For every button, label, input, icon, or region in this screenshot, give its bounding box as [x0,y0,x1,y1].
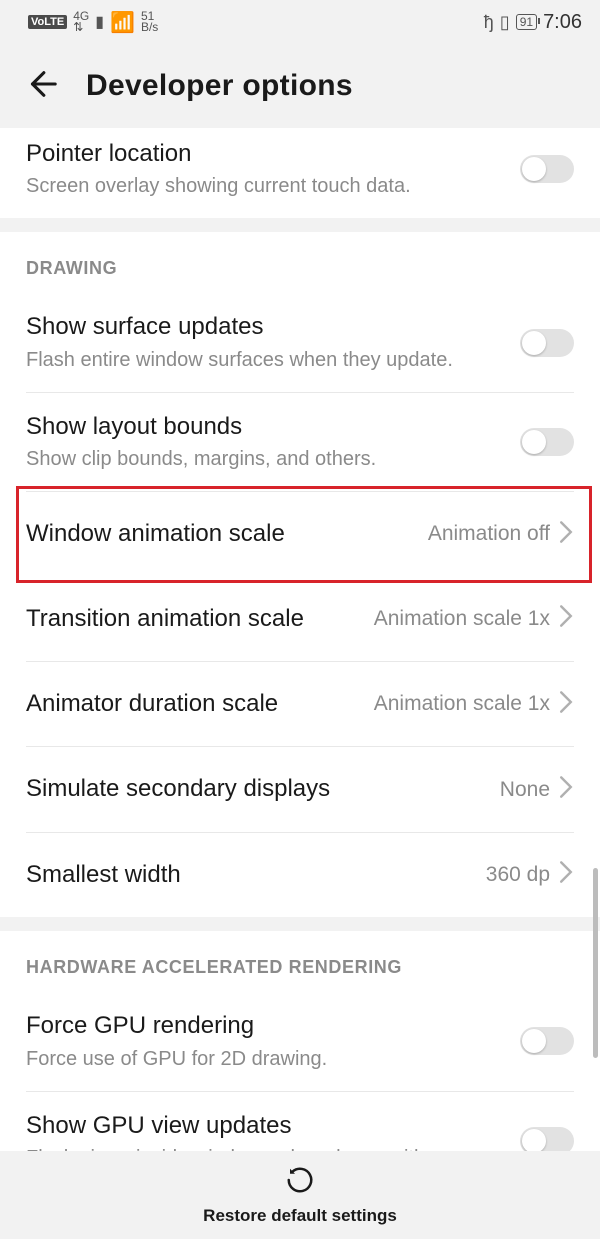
row-animator-duration-scale[interactable]: Animator duration scale Animation scale … [0,662,600,746]
section-hw-header: HARDWARE ACCELERATED RENDERING [0,931,600,992]
row-force-gpu-rendering[interactable]: Force GPU rendering Force use of GPU for… [0,992,600,1090]
force-gpu-rendering-toggle[interactable] [520,1027,574,1055]
row-window-animation-scale[interactable]: Window animation scale Animation off [0,492,600,576]
simulate-secondary-displays-value: None [500,778,550,802]
show-surface-updates-toggle[interactable] [520,329,574,357]
row-show-layout-bounds[interactable]: Show layout bounds Show clip bounds, mar… [0,393,600,491]
smallest-width-value: 360 dp [486,863,550,887]
row-show-surface-updates[interactable]: Show surface updates Flash entire window… [0,293,600,391]
show-layout-bounds-title: Show layout bounds [26,411,508,443]
chevron-right-icon [558,520,574,549]
show-gpu-view-updates-sub: Flash views inside windows when drawn wi… [26,1144,508,1151]
force-gpu-rendering-sub: Force use of GPU for 2D drawing. [26,1045,508,1073]
row-simulate-secondary-displays[interactable]: Simulate secondary displays None [0,747,600,831]
row-smallest-width[interactable]: Smallest width 360 dp [0,833,600,917]
app-header: Developer options [0,44,600,128]
animator-duration-scale-value: Animation scale 1x [374,692,550,716]
show-layout-bounds-sub: Show clip bounds, margins, and others. [26,445,508,473]
transition-animation-scale-value: Animation scale 1x [374,607,550,631]
window-animation-scale-title: Window animation scale [26,518,416,550]
volte-badge: VoLTE [28,15,67,29]
back-arrow-icon[interactable] [24,67,58,106]
battery-level: 91 [516,14,537,30]
pointer-location-toggle[interactable] [520,155,574,183]
clock: 7:06 [543,11,582,34]
chevron-right-icon [558,604,574,633]
status-bar: VoLTE 4G ⇅ ▮ 📶 51 B/s ђ ▯ 91 7:06 [0,0,600,44]
show-surface-updates-title: Show surface updates [26,311,508,343]
smallest-width-title: Smallest width [26,859,474,891]
pointer-location-sub: Screen overlay showing current touch dat… [26,172,508,200]
speed-unit: B/s [141,22,158,33]
show-layout-bounds-toggle[interactable] [520,428,574,456]
show-gpu-view-updates-toggle[interactable] [520,1127,574,1151]
pointer-location-title: Pointer location [26,138,508,170]
row-show-gpu-view-updates[interactable]: Show GPU view updates Flash views inside… [0,1092,600,1151]
row-pointer-location[interactable]: Pointer location Screen overlay showing … [0,128,600,218]
page-title: Developer options [86,69,353,103]
show-gpu-view-updates-title: Show GPU view updates [26,1110,508,1142]
wifi-icon: 📶 [110,10,135,35]
restore-icon [285,1165,315,1200]
chevron-right-icon [558,690,574,719]
signal-icon: ⇅ [73,22,83,33]
chevron-right-icon [558,775,574,804]
show-surface-updates-sub: Flash entire window surfaces when they u… [26,346,508,374]
bottom-bar[interactable]: Restore default settings [0,1151,600,1239]
scroll-indicator [593,868,598,1058]
chevron-right-icon [558,860,574,889]
force-gpu-rendering-title: Force GPU rendering [26,1010,508,1042]
restore-default-settings-label: Restore default settings [203,1206,397,1226]
animator-duration-scale-title: Animator duration scale [26,688,362,720]
window-animation-scale-value: Animation off [428,522,550,546]
bluetooth-icon: ђ [484,12,494,33]
cell-signal-icon: ▮ [95,12,104,32]
transition-animation-scale-title: Transition animation scale [26,603,362,635]
row-transition-animation-scale[interactable]: Transition animation scale Animation sca… [0,577,600,661]
vibrate-icon: ▯ [500,12,510,33]
simulate-secondary-displays-title: Simulate secondary displays [26,773,488,805]
section-drawing-header: DRAWING [0,232,600,293]
